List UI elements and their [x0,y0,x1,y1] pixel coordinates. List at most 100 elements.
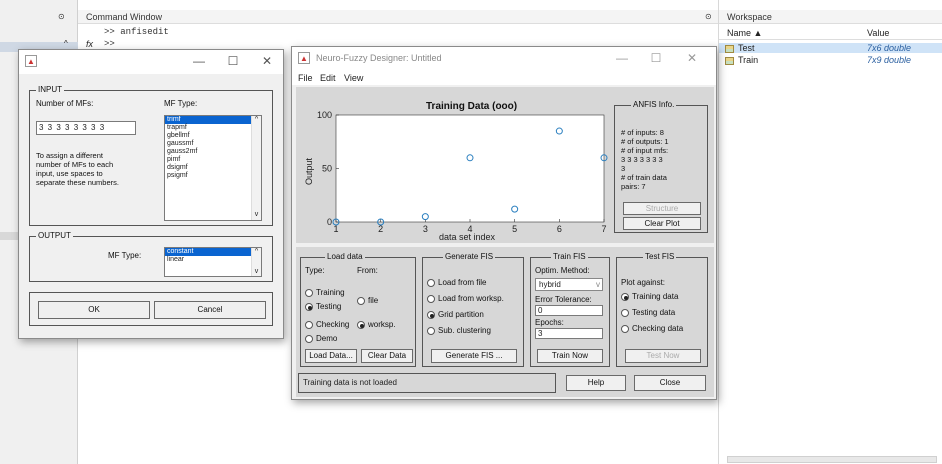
radio-testing-data[interactable]: Testing data [621,308,675,317]
cancel-button[interactable]: Cancel [154,301,266,319]
chevron-up-icon[interactable]: ^ [252,248,261,255]
radio-load-from-workspace[interactable]: Load from worksp. [427,294,504,303]
chevron-down-icon[interactable]: v [596,279,600,290]
train-fis-group: Train FIS Optim. Method: hybrid v Error … [530,252,610,367]
test-now-button[interactable]: Test Now [625,349,701,363]
radio-dot[interactable] [427,326,435,335]
mf-hint: To assign a different number of MFs to e… [36,151,119,187]
optim-method-select[interactable]: hybrid v [535,278,603,291]
workspace-scrollbar[interactable] [727,456,937,463]
list-item[interactable]: gauss2mf [165,148,261,156]
menu-bar: File Edit View [292,71,716,85]
radio-dot[interactable] [305,302,313,311]
train-now-button[interactable]: Train Now [537,349,603,363]
workspace-row[interactable]: Test 7x6 double [719,43,942,53]
epochs-input[interactable]: 3 [535,328,603,339]
close-icon[interactable]: ✕ [257,53,277,69]
list-item[interactable]: linear [165,256,261,264]
ws-col-name[interactable]: Name ▲ [727,26,762,40]
help-button[interactable]: Help [566,375,626,391]
menu-file[interactable]: File [298,73,313,83]
maximize-icon[interactable]: ☐ [223,53,243,69]
list-item[interactable]: gbellmf [165,132,261,140]
radio-training[interactable]: Training [305,288,345,297]
list-item[interactable]: pimf [165,156,261,164]
radio-dot[interactable] [427,278,435,287]
command-window-header: ⊙ Command Window ⊙ [58,10,718,24]
radio-dot[interactable] [305,320,313,329]
test-fis-group: Test FIS Plot against: Training data Tes… [616,252,708,367]
chevron-down-icon[interactable]: v [252,211,261,218]
window-title: Neuro-Fuzzy Designer: Untitled [316,53,442,63]
list-item[interactable]: trapmf [165,124,261,132]
matrix-icon [725,44,734,53]
radio-file[interactable]: file [357,296,378,305]
fx-icon[interactable]: fx [86,39,93,49]
radio-dot[interactable] [305,288,313,297]
error-tolerance-input[interactable]: 0 [535,305,603,316]
radio-dot[interactable] [357,296,365,305]
ws-col-value[interactable]: Value [867,26,889,40]
radio-workspace[interactable]: worksp. [357,320,396,329]
chevron-up-icon[interactable]: ^ [64,39,68,48]
generate-fis-button[interactable]: Generate FIS ... [431,349,517,363]
list-item[interactable]: gaussmf [165,140,261,148]
list-item[interactable]: psigmf [165,172,261,180]
radio-dot[interactable] [427,310,435,319]
ws-var-value: 7x9 double [867,55,912,65]
command-line-1: >> anfisedit [104,27,169,37]
radio-dot[interactable] [621,324,629,333]
x-tick-label: 7 [601,224,606,234]
radio-dot[interactable] [357,320,365,329]
minimize-icon[interactable]: — [612,50,632,66]
mf-type-listbox[interactable]: trimf trapmf gbellmf gaussmf gauss2mf pi… [164,115,262,221]
y-tick-label: 0 [327,217,332,227]
workspace-panel: Workspace Name ▲ Value Test 7x6 double T… [718,0,942,464]
input-group-label: INPUT [36,85,64,94]
workspace-row[interactable]: Train 7x9 double [719,55,942,65]
close-icon[interactable]: ✕ [682,50,702,66]
num-mfs-input[interactable]: 3 3 3 3 3 3 3 3 [36,121,136,135]
chevron-up-icon[interactable]: ^ [252,116,261,123]
list-item[interactable]: trimf [165,116,261,124]
mf-dialog: ▲ — ☐ ✕ INPUT Number of MFs: MF Type: 3 … [18,49,284,339]
from-label: From: [357,266,378,275]
radio-sub-clustering[interactable]: Sub. clustering [427,326,491,335]
listbox-scrollbar[interactable]: ^ v [251,248,261,276]
clear-data-button[interactable]: Clear Data [361,349,413,363]
close-button[interactable]: Close [634,375,706,391]
radio-demo[interactable]: Demo [305,334,337,343]
menu-icon[interactable]: ⊙ [705,10,712,24]
plot-panel: Training Data (ooo) 1 2 3 4 5 6 7 0 50 100 Output… [296,87,714,243]
matlab-logo-icon: ▲ [298,52,310,64]
radio-load-from-file[interactable]: Load from file [427,278,486,287]
minimize-icon[interactable]: — [189,53,209,69]
menu-view[interactable]: View [344,73,363,83]
radio-dot[interactable] [427,294,435,303]
listbox-scrollbar[interactable]: ^ v [251,116,261,220]
radio-checking[interactable]: Checking [305,320,349,329]
list-item[interactable]: constant [165,248,261,256]
radio-checking-data[interactable]: Checking data [621,324,683,333]
output-type-listbox[interactable]: constant linear ^ v [164,247,262,277]
radio-dot[interactable] [621,292,629,301]
list-item[interactable]: dsigmf [165,164,261,172]
menu-edit[interactable]: Edit [320,73,336,83]
chevron-down-icon[interactable]: v [252,268,261,275]
structure-button[interactable]: Structure [623,202,701,215]
ws-var-name: Train [738,55,759,65]
command-window-title: Command Window [86,12,163,22]
collapse-icon[interactable]: ⊙ [58,10,65,24]
ok-button[interactable]: OK [38,301,150,319]
control-panel: Load data Type: From: Training Testing C… [296,247,714,397]
clear-plot-button[interactable]: Clear Plot [623,217,701,230]
maximize-icon[interactable]: ☐ [646,50,666,66]
radio-dot[interactable] [305,334,313,343]
radio-testing[interactable]: Testing [305,302,341,311]
radio-dot[interactable] [621,308,629,317]
ws-var-name: Test [738,43,755,53]
load-data-button[interactable]: Load Data... [305,349,357,363]
radio-grid-partition[interactable]: Grid partition [427,310,484,319]
radio-training-data[interactable]: Training data [621,292,678,301]
output-group: OUTPUT MF Type: constant linear ^ v [29,231,273,282]
